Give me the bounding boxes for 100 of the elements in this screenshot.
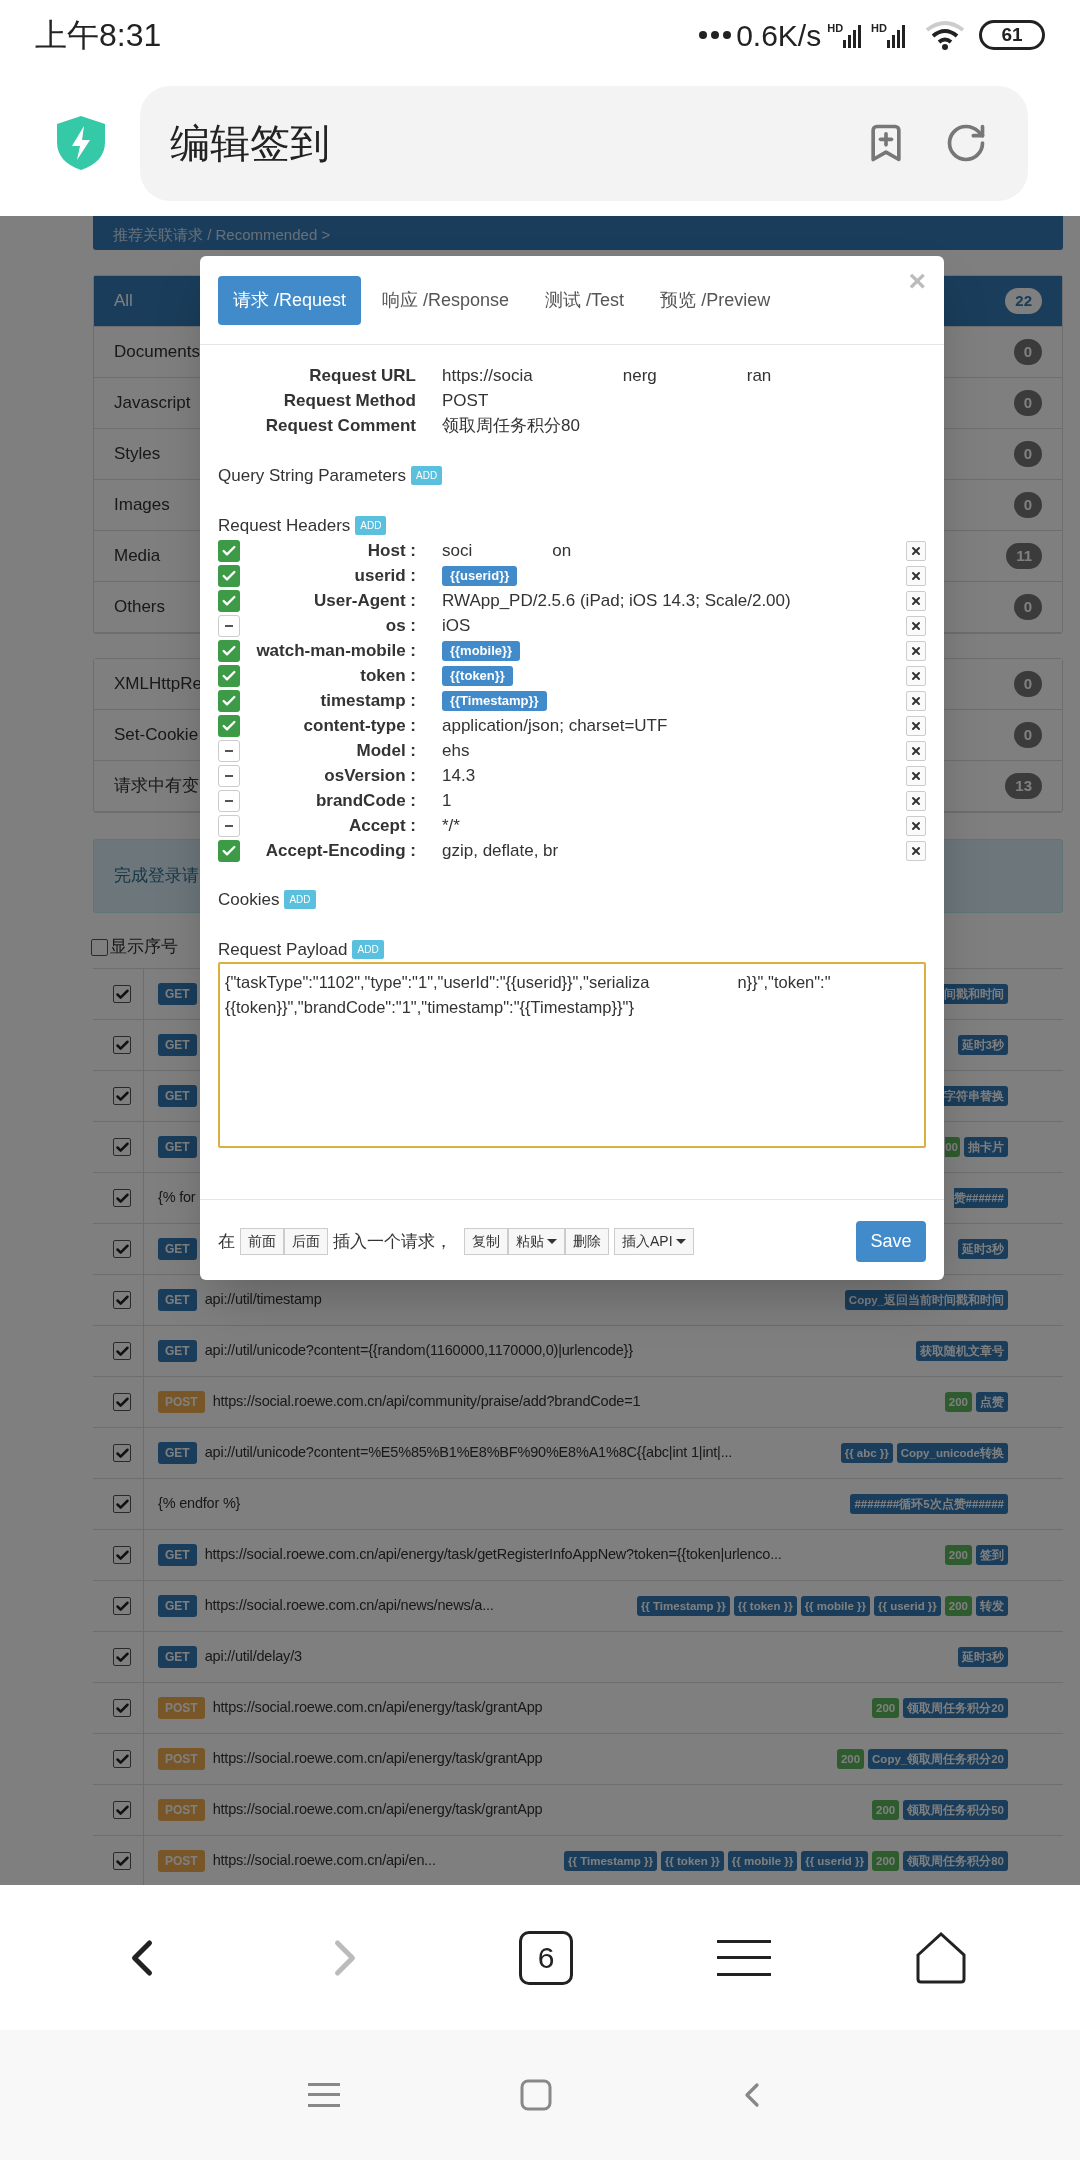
tab[interactable]: 预览 /Preview xyxy=(645,276,786,325)
check-icon xyxy=(114,1802,130,1818)
tab[interactable]: 测试 /Test xyxy=(530,276,640,325)
tag: 延时3秒 xyxy=(957,1035,1008,1055)
address-field[interactable]: 编辑签到 xyxy=(140,85,1028,201)
delete-button[interactable] xyxy=(906,690,926,711)
recommended-bar[interactable]: 推荐关联请求 / Recommended > xyxy=(93,216,1063,250)
checkbox[interactable] xyxy=(113,1036,131,1054)
filter-label: All xyxy=(114,290,133,313)
delete-button[interactable] xyxy=(906,665,926,686)
delete-button[interactable] xyxy=(906,715,926,736)
action-button[interactable]: 粘贴 xyxy=(508,1228,565,1255)
tab[interactable]: 响应 /Response xyxy=(367,276,525,325)
tag: {{ token }} xyxy=(660,1851,724,1871)
request-url[interactable]: https://social.roewe.com.cn/api/energy/task/getRegisterInfoAppNew?token={{token|urlenco... xyxy=(204,1544,782,1566)
method-badge: GET xyxy=(158,983,197,1005)
delete-button[interactable] xyxy=(906,590,926,611)
checkbox[interactable] xyxy=(113,1393,131,1411)
checkbox[interactable] xyxy=(113,1495,131,1513)
request-url[interactable]: {% for xyxy=(158,1187,196,1209)
filter-label: Media xyxy=(114,545,161,568)
request-url[interactable]: https://social.roewe.com.cn/api/en... xyxy=(212,1850,436,1872)
checkbox[interactable] xyxy=(113,985,131,1003)
checkbox[interactable] xyxy=(113,1852,131,1870)
close-icon xyxy=(910,819,922,832)
delete-button[interactable] xyxy=(906,565,926,586)
checkbox[interactable] xyxy=(113,1750,131,1768)
request-url[interactable]: api://util/unicode?content={{random(1160000,1170000,0)|urlencode}} xyxy=(204,1340,633,1362)
header-name: content-type : xyxy=(302,714,416,737)
insert-api-button[interactable]: 插入API xyxy=(614,1228,694,1255)
include-toggle[interactable] xyxy=(218,789,240,812)
checkbox[interactable] xyxy=(113,1597,131,1615)
header-value: */* xyxy=(442,814,460,837)
checkbox[interactable] xyxy=(113,1648,131,1666)
include-toggle[interactable] xyxy=(218,589,240,612)
tag: 获取随机文章号 xyxy=(916,1341,1008,1361)
delete-button[interactable] xyxy=(906,615,926,636)
checkbox[interactable] xyxy=(113,1087,131,1105)
close-icon xyxy=(910,744,922,757)
request-url[interactable]: api://util/delay/3 xyxy=(204,1646,302,1668)
delete-button[interactable] xyxy=(906,740,926,761)
position-button[interactable]: 后面 xyxy=(284,1228,328,1255)
action-button[interactable]: 复制 xyxy=(464,1228,508,1255)
checkbox[interactable] xyxy=(113,1138,131,1156)
include-toggle[interactable] xyxy=(218,714,240,737)
tab[interactable]: 请求 /Request xyxy=(218,276,362,325)
checkbox[interactable] xyxy=(113,1342,131,1360)
checkbox[interactable] xyxy=(113,1240,131,1258)
request-url[interactable]: https://social.roewe.com.cn/api/energy/task/grantApp xyxy=(212,1748,543,1770)
position-button[interactable]: 前面 xyxy=(240,1228,284,1255)
checkbox[interactable] xyxy=(113,1546,131,1564)
delete-button[interactable] xyxy=(906,765,926,786)
request-url[interactable]: {% endfor %} xyxy=(158,1493,241,1515)
variable-badge: {{Timestamp}} xyxy=(442,690,547,711)
payload-field[interactable]: {"taskType":"1102","type":"1","userId":"{{userid}}","serializa n}}","token":" {{token}}","brandCode":"1","timestamp":"{{Timestamp}}"} xyxy=(218,962,926,1148)
variable-badge: {{token}} xyxy=(442,665,513,686)
include-toggle[interactable] xyxy=(218,614,240,637)
delete-button[interactable] xyxy=(906,815,926,836)
header-name: watch-man-mobile : xyxy=(255,639,416,662)
checkbox[interactable] xyxy=(113,1699,131,1717)
checkbox[interactable] xyxy=(113,1189,131,1207)
delete-button[interactable] xyxy=(906,640,926,661)
delete-button[interactable] xyxy=(906,790,926,811)
method-badge: POST xyxy=(158,1850,205,1872)
check-icon xyxy=(114,1292,130,1308)
request-url[interactable]: https://social.roewe.com.cn/api/community/praise/add?brandCode=1 xyxy=(212,1391,641,1413)
save-button[interactable]: Save xyxy=(856,1221,926,1262)
header-value: gzip, deflate, br xyxy=(442,839,559,862)
checkbox[interactable] xyxy=(91,938,108,956)
action-button[interactable]: 删除 xyxy=(565,1228,609,1255)
include-toggle[interactable] xyxy=(218,689,240,712)
include-toggle[interactable] xyxy=(218,539,240,562)
info-label: Request URL xyxy=(308,364,416,387)
tag: Copy_unicode转换 xyxy=(896,1443,1008,1463)
checkbox[interactable] xyxy=(113,1801,131,1819)
tabs-button[interactable]: 6 xyxy=(519,1930,573,1985)
include-toggle[interactable] xyxy=(218,639,240,662)
include-toggle[interactable] xyxy=(218,839,240,862)
delete-button[interactable] xyxy=(906,540,926,561)
include-toggle[interactable] xyxy=(218,814,240,837)
header-name: brandCode : xyxy=(314,789,416,812)
tag: 200 xyxy=(944,1392,972,1412)
checkbox[interactable] xyxy=(113,1444,131,1462)
request-url[interactable]: api://util/unicode?content=%E5%85%B1%E8%BF%90%E8%A1%8C{{abc|int 1|int|... xyxy=(204,1442,733,1464)
include-toggle[interactable] xyxy=(218,739,240,762)
include-toggle[interactable] xyxy=(218,764,240,787)
delete-button[interactable] xyxy=(906,840,926,861)
home-icon[interactable] xyxy=(914,1930,969,1985)
request-url[interactable]: https://social.roewe.com.cn/api/energy/task/grantApp xyxy=(212,1799,543,1821)
check-icon xyxy=(114,1190,130,1206)
dots-icon xyxy=(698,30,733,40)
include-toggle[interactable] xyxy=(218,564,240,587)
menu-icon[interactable] xyxy=(716,1937,771,1978)
tag: 领取周任务积分80 xyxy=(903,1851,1008,1871)
request-url[interactable]: api://util/timestamp xyxy=(204,1289,322,1311)
request-url[interactable]: https://social.roewe.com.cn/api/energy/task/grantApp xyxy=(212,1697,543,1719)
include-toggle[interactable] xyxy=(218,664,240,687)
tag: {{ token }} xyxy=(733,1596,797,1616)
request-url[interactable]: https://social.roewe.com.cn/api/news/news/a... xyxy=(204,1595,494,1617)
checkbox[interactable] xyxy=(113,1291,131,1309)
